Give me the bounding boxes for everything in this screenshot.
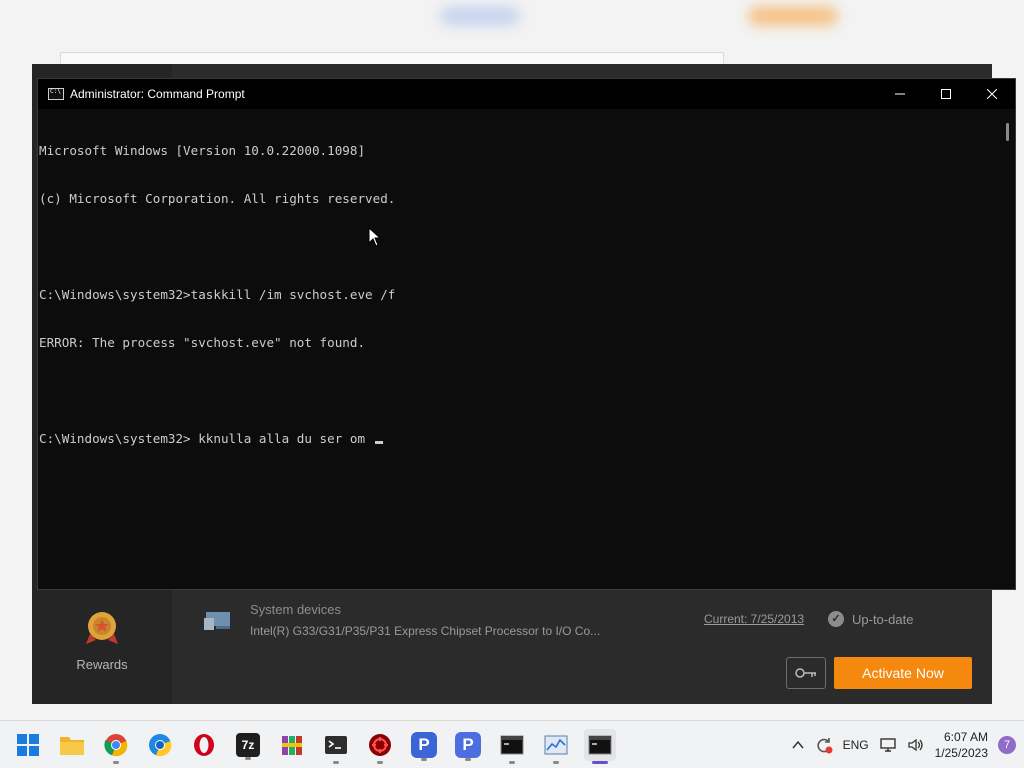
language-indicator[interactable]: ENG: [843, 738, 869, 752]
rewards-nav-item[interactable]: Rewards: [32, 608, 172, 672]
terminal-icon: [325, 736, 347, 754]
running-indicator: [245, 757, 251, 760]
monitor-button[interactable]: [540, 729, 572, 764]
device-description: Intel(R) G33/G31/P35/P31 Express Chipset…: [250, 624, 601, 638]
clock[interactable]: 6:07 AM 1/25/2023: [935, 729, 988, 761]
close-icon: [987, 89, 997, 99]
windows-logo-icon: [17, 734, 39, 756]
chevron-up-icon[interactable]: [791, 738, 805, 752]
7zip-icon: 7z: [241, 738, 255, 752]
notification-badge[interactable]: 7: [998, 736, 1016, 754]
running-indicator: [113, 761, 119, 764]
system-tray: ENG 6:07 AM 1/25/2023 7: [791, 721, 1016, 768]
console-icon: [500, 735, 524, 755]
rewards-label: Rewards: [76, 657, 128, 672]
blurred-element: [748, 6, 838, 26]
running-indicator: [465, 758, 471, 761]
minimize-button[interactable]: [877, 79, 923, 109]
key-icon: [795, 668, 816, 678]
chromium-button[interactable]: [144, 729, 176, 761]
minimize-icon: [895, 93, 905, 95]
current-driver-link[interactable]: Current: 7/25/2013: [704, 612, 804, 626]
opera-icon: [194, 734, 214, 756]
scroll-thumb[interactable]: [1006, 123, 1009, 141]
running-indicator: [509, 761, 515, 764]
clock-date: 1/25/2023: [934, 746, 988, 760]
chromium-icon: [149, 734, 172, 757]
command-prompt-icon: [588, 735, 612, 755]
resource-monitor-icon: [544, 735, 568, 755]
running-indicator: [333, 761, 339, 764]
blurred-element: [440, 6, 520, 26]
cmd-app-icon: [48, 88, 64, 100]
console-output[interactable]: Microsoft Windows [Version 10.0.22000.10…: [39, 111, 997, 589]
console-button[interactable]: [496, 729, 528, 764]
console-prompt-text: C:\Windows\system32> kknulla alla du ser…: [39, 431, 373, 446]
clock-time: 6:07 AM: [943, 730, 988, 744]
chrome-icon: [104, 734, 128, 757]
command-prompt-button[interactable]: [584, 729, 616, 764]
active-indicator: [592, 761, 608, 764]
vertical-scrollbar[interactable]: [998, 111, 1015, 589]
terminal-button[interactable]: [320, 729, 352, 764]
network-icon[interactable]: [879, 737, 897, 753]
running-indicator: [377, 761, 383, 764]
start-button[interactable]: [12, 729, 44, 761]
maximize-button[interactable]: [923, 79, 969, 109]
rewards-medal-icon: [86, 612, 118, 644]
running-indicator: [553, 761, 559, 764]
p-app-2-icon: P: [462, 735, 474, 754]
p-app-button[interactable]: P: [411, 732, 437, 761]
chrome-button[interactable]: [100, 729, 132, 764]
device-category-title: System devices: [250, 602, 342, 617]
activate-now-button[interactable]: Activate Now: [834, 657, 972, 689]
maximize-icon: [941, 89, 951, 99]
security-tool-button[interactable]: [364, 729, 396, 764]
opera-button[interactable]: [188, 729, 220, 761]
7zip-button[interactable]: 7z: [236, 733, 260, 760]
console-line: Microsoft Windows [Version 10.0.22000.10…: [39, 143, 366, 158]
mouse-pointer-icon: [368, 227, 382, 247]
window-title: Administrator: Command Prompt: [70, 87, 245, 101]
folder-icon: [60, 737, 84, 755]
p-app-icon: P: [418, 735, 430, 754]
status-uptodate: ✓ Up-to-date: [828, 611, 913, 627]
status-label: Up-to-date: [852, 611, 914, 627]
p-app-2-button[interactable]: P: [455, 732, 481, 761]
security-tool-icon: [369, 734, 391, 756]
sync-alert-icon[interactable]: [815, 736, 833, 754]
console-line: ERROR: The process "svchost.eve" not fou…: [39, 335, 366, 350]
taskbar: 7z P P ENG 6:07 AM 1/25/2023 7: [0, 720, 1024, 768]
window-controls: [877, 79, 1015, 109]
title-bar[interactable]: Administrator: Command Prompt: [38, 79, 1015, 109]
winrar-button[interactable]: [276, 729, 308, 761]
enter-key-button[interactable]: [786, 657, 826, 689]
winrar-icon: [282, 736, 302, 755]
console-line: (c) Microsoft Corporation. All rights re…: [39, 191, 396, 206]
computer-device-icon: [204, 612, 230, 630]
text-caret: [374, 441, 383, 444]
file-explorer-button[interactable]: [56, 729, 88, 761]
check-icon: ✓: [828, 611, 844, 627]
console-line: C:\Windows\system32>taskkill /im svchost…: [39, 287, 396, 302]
taskbar-apps: 7z P P: [12, 729, 616, 764]
command-prompt-window[interactable]: Administrator: Command Prompt Microsoft …: [37, 78, 1016, 590]
running-indicator: [421, 758, 427, 761]
close-button[interactable]: [969, 79, 1015, 109]
device-row: System devices Intel(R) G33/G31/P35/P31 …: [202, 600, 982, 650]
volume-icon[interactable]: [907, 737, 925, 753]
console-input-line[interactable]: C:\Windows\system32> kknulla alla du ser…: [39, 431, 997, 447]
